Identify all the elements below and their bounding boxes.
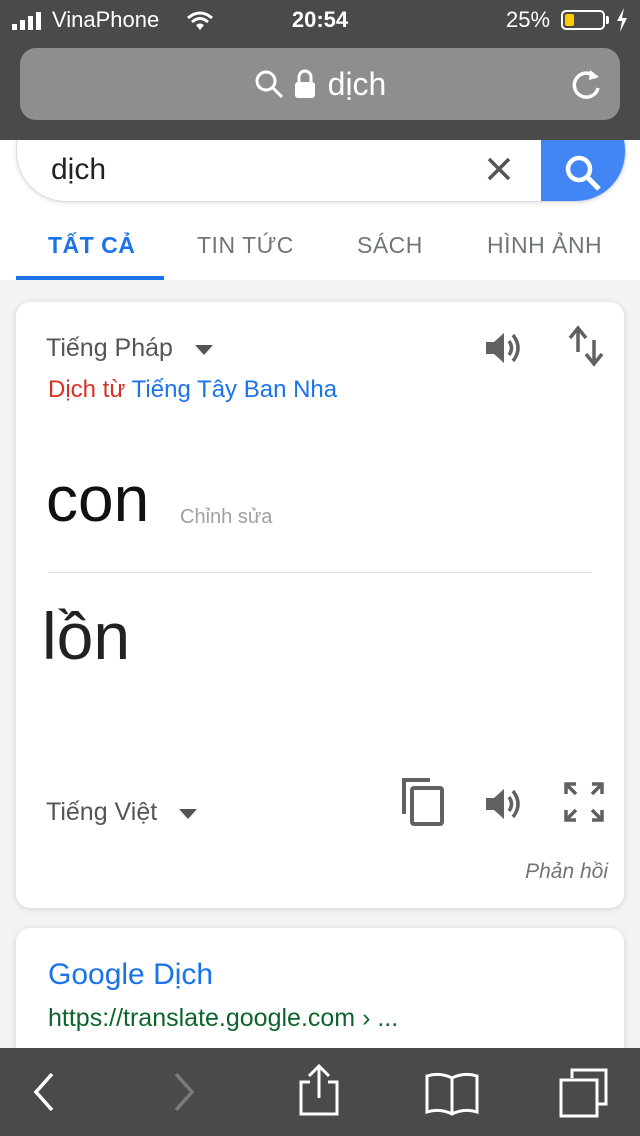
search-header: dịch TẤT CẢ TIN TỨC SÁCH HÌNH ẢNH — [0, 140, 640, 280]
forward-icon[interactable] — [168, 1070, 198, 1114]
web-page: dịch TẤT CẢ TIN TỨC SÁCH HÌNH ẢNH Tiếng … — [0, 140, 640, 1048]
tab-news[interactable]: TIN TỨC — [197, 232, 294, 259]
translated-text: lồn — [42, 599, 131, 673]
result-url[interactable]: https://translate.google.com › ... — [48, 1004, 398, 1033]
browser-bottom-toolbar — [0, 1048, 640, 1136]
detected-language-line: Dịch từ Tiếng Tây Ban Nha — [48, 376, 337, 404]
swap-languages-icon[interactable] — [568, 324, 604, 368]
search-box[interactable]: dịch — [16, 140, 626, 202]
address-bar[interactable]: dịch — [20, 48, 620, 120]
back-icon[interactable] — [30, 1070, 60, 1114]
edit-link[interactable]: Chỉnh sửa — [180, 506, 272, 529]
address-text: dịch — [327, 65, 387, 102]
tab-all[interactable]: TẤT CẢ — [48, 232, 135, 259]
search-result: Google Dịch https://translate.google.com… — [16, 928, 624, 1048]
source-language-select[interactable]: Tiếng Pháp — [46, 334, 173, 363]
source-text: con — [46, 463, 150, 535]
browser-top-bar: VinaPhone 20:54 25% dịch — [0, 0, 640, 140]
battery-icon — [561, 10, 605, 30]
target-language-select[interactable]: Tiếng Việt — [46, 798, 157, 827]
lock-icon — [294, 69, 315, 98]
divider — [48, 572, 592, 573]
status-bar: VinaPhone 20:54 25% — [0, 0, 640, 40]
speaker-icon[interactable] — [482, 782, 526, 826]
dropdown-caret-icon[interactable] — [194, 344, 214, 356]
bookmarks-icon[interactable] — [424, 1070, 480, 1116]
tab-books[interactable]: SÁCH — [357, 232, 423, 259]
result-title-link[interactable]: Google Dịch — [48, 958, 213, 992]
dropdown-caret-icon[interactable] — [178, 808, 198, 820]
detected-language-link[interactable]: Tiếng Tây Ban Nha — [132, 376, 337, 403]
active-tab-indicator — [16, 276, 164, 280]
battery-tip — [606, 16, 609, 24]
tabs-icon[interactable] — [558, 1066, 610, 1118]
search-button[interactable] — [541, 140, 625, 201]
clear-search-icon[interactable] — [479, 149, 519, 189]
share-icon[interactable] — [296, 1064, 342, 1116]
battery-percent: 25% — [506, 7, 551, 32]
search-tabs: TẤT CẢ TIN TỨC SÁCH HÌNH ẢNH — [0, 218, 640, 280]
detected-prefix: Dịch từ — [48, 376, 126, 403]
copy-icon[interactable] — [400, 776, 446, 828]
search-input[interactable]: dịch — [51, 153, 106, 187]
search-icon — [565, 155, 601, 191]
fullscreen-icon[interactable] — [562, 780, 606, 824]
speaker-icon[interactable] — [482, 326, 526, 370]
battery-level — [565, 14, 574, 26]
tab-images[interactable]: HÌNH ẢNH — [487, 232, 602, 259]
feedback-link[interactable]: Phản hồi — [525, 860, 608, 884]
translate-card: Tiếng Pháp Dịch từ Tiếng Tây Ban Nha con… — [16, 302, 624, 908]
search-icon — [255, 70, 283, 99]
reload-icon[interactable] — [568, 66, 604, 102]
charging-bolt-icon — [617, 8, 627, 32]
